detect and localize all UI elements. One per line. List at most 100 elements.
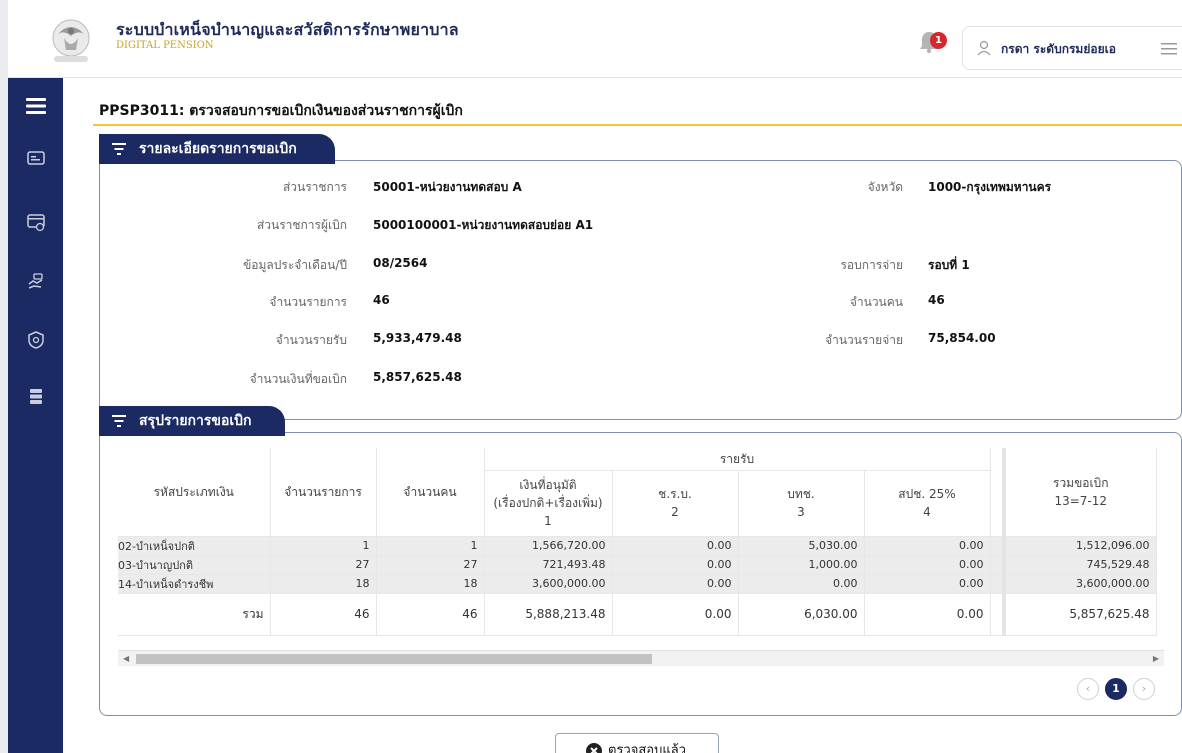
person-count-label: จำนวนคน xyxy=(849,295,903,309)
item-count-value: 46 xyxy=(373,293,390,307)
hamburger-icon[interactable] xyxy=(26,98,46,114)
total-gap xyxy=(990,593,1006,636)
total-cso: 0.00 xyxy=(612,593,739,636)
province-label: จังหวัด xyxy=(867,180,903,194)
table-row: 03-บำนาญปกติ 27 27 721,493.48 0.00 1,000… xyxy=(118,555,1157,575)
total-approved: 5,888,213.48 xyxy=(484,593,613,636)
col-more xyxy=(990,448,1006,537)
cell-approved: 3,600,000.00 xyxy=(484,574,613,594)
server-icon[interactable] xyxy=(26,386,46,406)
item-count-label: จำนวนรายการ xyxy=(269,295,347,309)
total-persons: 46 xyxy=(376,593,485,636)
cell-approved: 721,493.48 xyxy=(484,555,613,575)
col-cso: ช.ร.บ. 2 xyxy=(612,470,739,537)
confirm-button-label: ตรวจสอบแล้ว xyxy=(608,743,686,753)
summary-section-header: สรุปรายการขอเบิก xyxy=(99,406,285,436)
col-total-request-label: รวมขอเบิก xyxy=(1053,475,1109,490)
table-row: 02-บำเหน็จปกติ 1 1 1,566,720.00 0.00 5,0… xyxy=(118,536,1157,556)
agency-label: ส่วนราชการ xyxy=(282,180,347,194)
top-header: ระบบบำเหน็จบำนาญและสวัสดิการรักษาพยาบาล … xyxy=(8,0,1182,78)
main-content: PPSP3011: ตรวจสอบการขอเบิกเงินของส่วนราช… xyxy=(63,78,1182,753)
col-bth-label: บทช. xyxy=(787,487,815,501)
col-income-group: รายรับ xyxy=(484,448,991,471)
cell-persons: 18 xyxy=(376,574,485,594)
user-menu[interactable]: กรดา ระดับกรมย่อยเอ xyxy=(962,26,1182,70)
hand-money-icon[interactable] xyxy=(26,272,46,292)
page-number-button[interactable]: 1 xyxy=(1105,678,1127,700)
app-subtitle: DIGITAL PENSION xyxy=(116,40,214,51)
expense-label: จำนวนรายจ่าย xyxy=(825,333,903,347)
request-amount-label: จำนวนเงินที่ขอเบิก xyxy=(249,372,347,386)
cell-bth: 1,000.00 xyxy=(738,555,865,575)
cell-items: 18 xyxy=(270,574,377,594)
col-total-request-formula: 13=7-12 xyxy=(1054,493,1108,508)
table-row: 14-บำเหน็จดำรงชีพ 18 18 3,600,000.00 0.0… xyxy=(118,574,1157,594)
summary-table-container: รหัสประเภทเงิน จำนวนรายการ จำนวนคน รายรั… xyxy=(118,448,1164,656)
scrollbar-thumb[interactable] xyxy=(136,654,652,664)
horizontal-scrollbar[interactable]: ◀ ▶ xyxy=(118,650,1164,666)
total-items: 46 xyxy=(270,593,377,636)
shield-icon[interactable] xyxy=(26,330,46,350)
col-spch-num: 4 xyxy=(923,505,931,519)
cell-type: 03-บำนาญปกติ xyxy=(118,555,271,575)
cell-gap xyxy=(990,574,1006,594)
garuda-logo xyxy=(52,19,90,62)
cell-total: 745,529.48 xyxy=(1004,555,1157,575)
notification-badge: 1 xyxy=(930,32,947,49)
confirm-checked-button[interactable]: ตรวจสอบแล้ว xyxy=(555,733,719,753)
summary-table: รหัสประเภทเงิน จำนวนรายการ จำนวนคน รายรั… xyxy=(118,448,1157,636)
scroll-left-icon[interactable]: ◀ xyxy=(123,654,129,663)
col-persons: จำนวนคน xyxy=(376,448,485,537)
cell-bth: 0.00 xyxy=(738,574,865,594)
cell-spch: 0.00 xyxy=(864,536,991,556)
cell-total: 1,512,096.00 xyxy=(1004,536,1157,556)
col-bth-num: 3 xyxy=(797,505,805,519)
request-amount-value: 5,857,625.48 xyxy=(373,370,462,384)
col-total-request: รวมขอเบิก 13=7-12 xyxy=(1004,448,1157,537)
cell-approved: 1,566,720.00 xyxy=(484,536,613,556)
cell-cso: 0.00 xyxy=(612,574,739,594)
payment-check-icon[interactable] xyxy=(26,212,46,232)
details-section-header: รายละเอียดรายการขอเบิก xyxy=(99,134,335,164)
month-year-label: ข้อมูลประจำเดือน/ปี xyxy=(243,258,347,272)
col-cso-num: 2 xyxy=(671,505,679,519)
scroll-right-icon[interactable]: ▶ xyxy=(1153,654,1159,663)
col-approved: เงินที่อนุมัติ (เรื่องปกติ+เรื่องเพิ่ม) … xyxy=(484,470,613,537)
prev-page-button[interactable]: ‹ xyxy=(1077,678,1099,700)
cell-total: 3,600,000.00 xyxy=(1004,574,1157,594)
total-bth: 6,030.00 xyxy=(738,593,865,636)
province-value: 1000-กรุงเทพมหานคร xyxy=(928,180,1052,194)
col-items: จำนวนรายการ xyxy=(270,448,377,537)
agency-value: 50001-หน่วยงานทดสอบ A xyxy=(373,180,522,194)
payment-round-label: รอบการจ่าย xyxy=(840,258,903,272)
col-bth: บทช. 3 xyxy=(738,470,865,537)
filter-icon xyxy=(112,415,126,427)
id-card-icon[interactable] xyxy=(26,148,46,168)
close-circle-icon xyxy=(586,743,602,753)
col-approved-line1: เงินที่อนุมัติ xyxy=(519,478,577,492)
payment-round-value: รอบที่ 1 xyxy=(928,258,970,272)
disbursing-agency-label: ส่วนราชการผู้เบิก xyxy=(256,218,347,232)
expense-value: 75,854.00 xyxy=(928,331,996,345)
page-title: PPSP3011: ตรวจสอบการขอเบิกเงินของส่วนราช… xyxy=(99,103,463,119)
col-type-code: รหัสประเภทเงิน xyxy=(118,448,271,537)
details-section-title: รายละเอียดรายการขอเบิก xyxy=(139,141,297,157)
next-page-button[interactable]: › xyxy=(1133,678,1155,700)
cell-bth: 5,030.00 xyxy=(738,536,865,556)
summary-section-title: สรุปรายการขอเบิก xyxy=(139,413,252,429)
cell-gap xyxy=(990,536,1006,556)
sidebar xyxy=(8,78,63,753)
col-cso-label: ช.ร.บ. xyxy=(658,487,692,501)
total-label: รวม xyxy=(118,593,271,636)
filter-icon xyxy=(112,143,126,155)
income-value: 5,933,479.48 xyxy=(373,331,462,345)
cell-items: 1 xyxy=(270,536,377,556)
menu-icon[interactable] xyxy=(1161,42,1177,56)
cell-persons: 1 xyxy=(376,536,485,556)
title-divider xyxy=(93,124,1182,126)
cell-spch: 0.00 xyxy=(864,555,991,575)
disbursing-agency-value: 5000100001-หน่วยงานทดสอบย่อย A1 xyxy=(373,218,594,232)
col-spch: สปช. 25% 4 xyxy=(864,470,991,537)
col-approved-num: 1 xyxy=(544,514,552,528)
total-request: 5,857,625.48 xyxy=(1004,593,1157,636)
